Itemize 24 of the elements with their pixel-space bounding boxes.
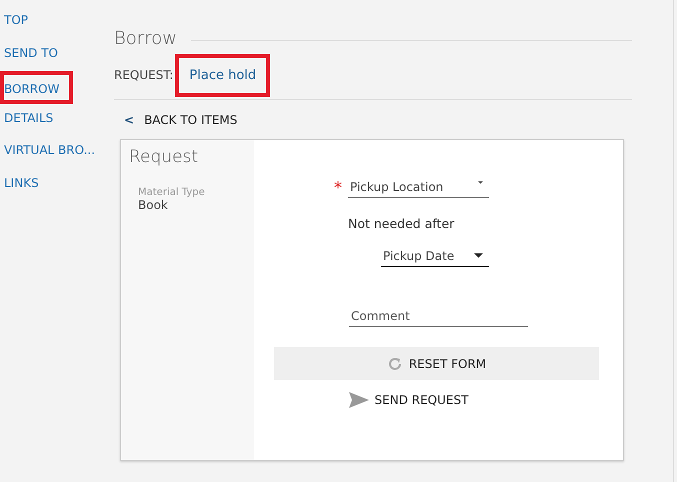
- required-mark: *: [334, 178, 342, 196]
- not-needed-after-label: Not needed after: [348, 216, 456, 231]
- sidebar-item[interactable]: TOP: [0, 6, 32, 38]
- sidebar-item[interactable]: LINKS: [0, 168, 43, 201]
- reset-form-button[interactable]: RESET FORM: [274, 347, 599, 380]
- sidebar-item[interactable]: VIRTUAL BRO...: [0, 136, 100, 168]
- sidebar-item[interactable]: BORROW: [0, 71, 74, 104]
- back-link[interactable]: < BACK TO ITEMS: [114, 100, 632, 139]
- sidebar-item[interactable]: DETAILS: [0, 104, 58, 136]
- refresh-icon: [386, 356, 403, 372]
- pickup-date-select[interactable]: Pickup Date: [381, 245, 489, 267]
- material-type-label: Material Type: [138, 187, 206, 198]
- dropdown-caret-icon: [478, 181, 483, 184]
- send-request-button[interactable]: SEND REQUEST: [342, 391, 474, 409]
- dropdown-caret-icon: [474, 253, 483, 258]
- section-title: Borrow: [114, 28, 177, 49]
- place-hold-link[interactable]: Place hold: [175, 54, 270, 96]
- material-type-value: Book: [138, 198, 169, 212]
- pickup-location-select[interactable]: Pickup Location: [348, 176, 489, 198]
- card-title: Request: [129, 147, 200, 167]
- send-icon: [348, 392, 369, 408]
- request-label: REQUEST:: [114, 68, 174, 82]
- comment-field[interactable]: Comment: [349, 309, 528, 327]
- sidebar-item[interactable]: SEND TO: [0, 38, 62, 71]
